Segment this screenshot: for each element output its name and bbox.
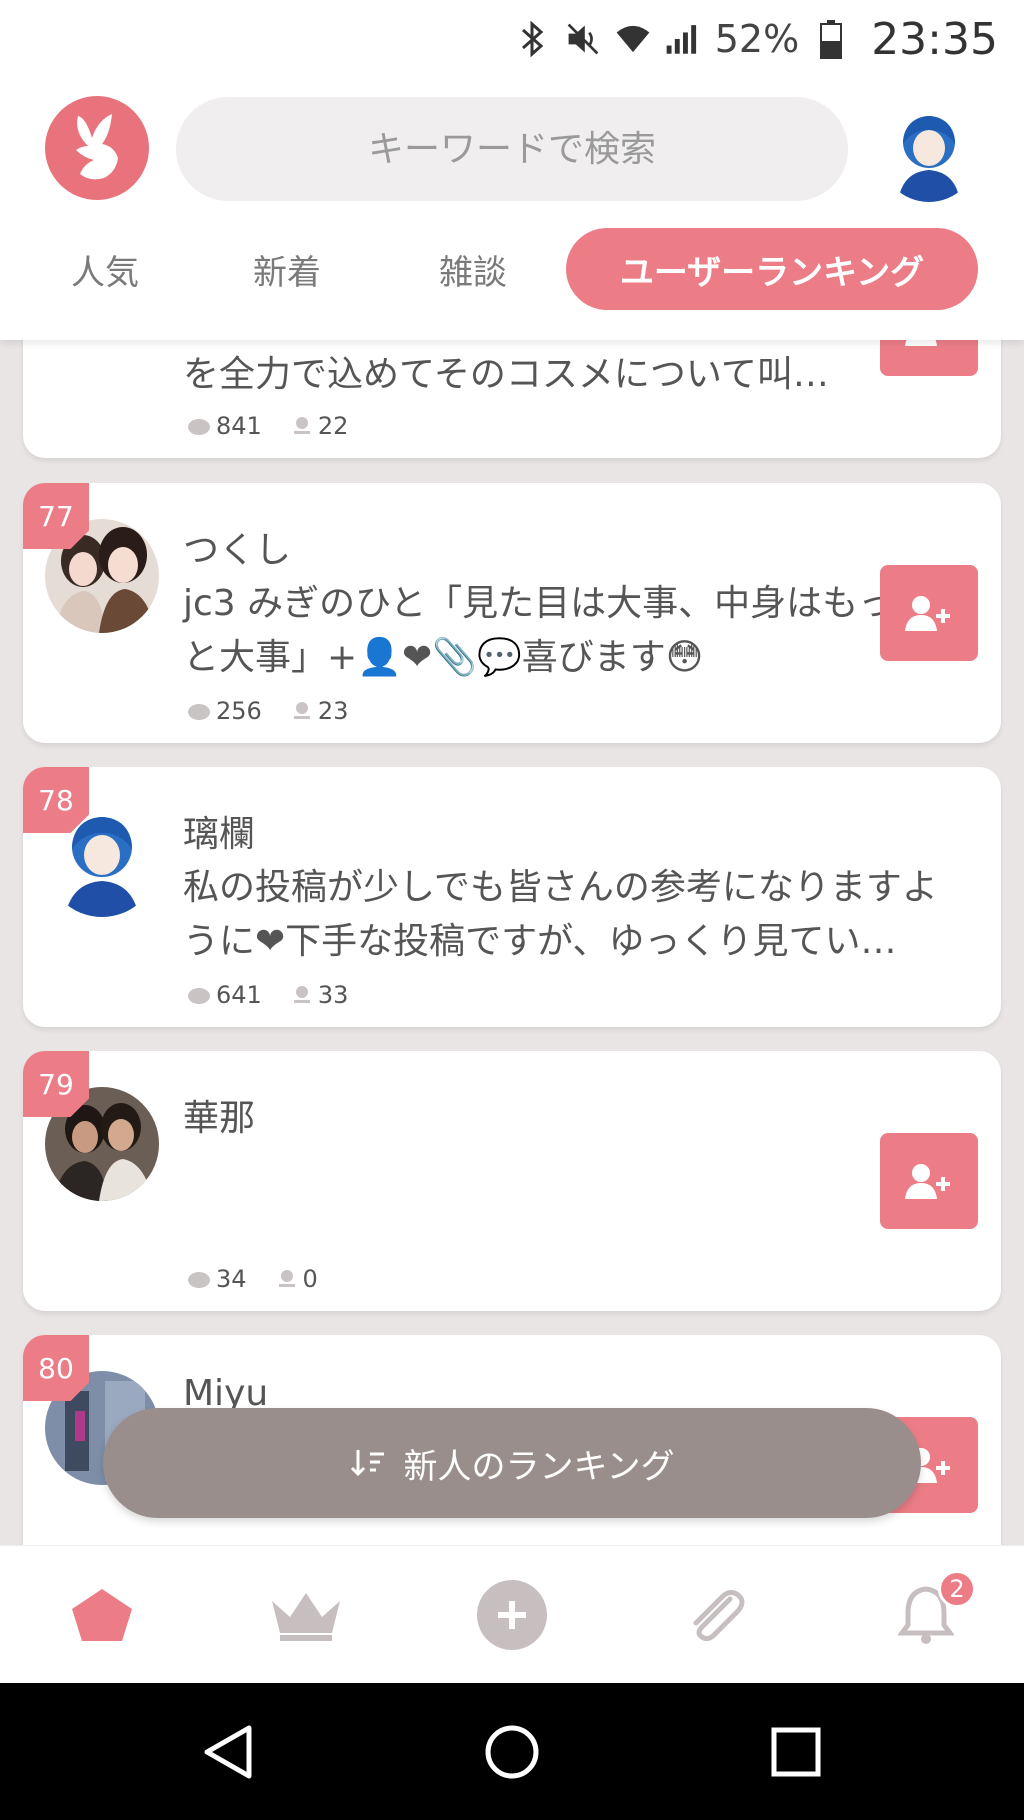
bottom-navigation: 2 [0,1545,1024,1683]
user-card[interactable]: 79 華那 34 0 [23,1051,1001,1311]
user-name: 華那 [183,1098,256,1139]
user-stats: 256 23 [188,697,378,725]
rabbit-icon [76,114,118,180]
follow-button[interactable] [880,565,978,661]
crown-icon [272,1593,340,1641]
add-user-icon [905,596,950,631]
follower-icon [293,986,310,1003]
nav-notifications[interactable] [866,1546,986,1684]
follower-count: 23 [317,697,349,725]
recents-icon [771,1727,821,1776]
home-circle-icon [485,1725,539,1778]
follower-icon [293,702,310,719]
tab-chat[interactable]: 雑談 [408,228,538,310]
signal-icon [665,19,701,59]
wifi-icon [615,19,651,59]
nav-home[interactable] [42,1546,162,1684]
user-card[interactable]: 77 つくし jc3 みぎのひと「見た目は大事、中身はもっと大事」+👤❤📎💬喜び… [23,483,1001,743]
tab-bar: 人気 新着 雑談 ユーザーランキング [0,228,1024,316]
plus-circle-icon [477,1580,547,1650]
user-stats: 641 33 [188,981,378,1009]
sort-ranking-button[interactable]: 新人のランキング [103,1408,921,1518]
like-icon [188,1272,210,1288]
battery-percentage: 52% [714,17,800,61]
sort-icon [350,1450,384,1477]
follower-count: 33 [317,981,349,1009]
add-user-icon [905,1164,950,1199]
app-header: 人気 新着 雑談 ユーザーランキング [0,78,1024,340]
paperclip-icon [693,1589,745,1642]
status-bar: 52% 23:35 [0,0,1024,78]
nav-clip[interactable] [656,1546,776,1684]
user-bio: jc3 みぎのひと「見た目は大事、中身はもっと大事」+👤❤📎💬喜びます😳 [183,583,895,678]
follower-icon [278,1270,295,1287]
like-count: 256 [216,697,262,725]
like-icon [188,419,210,435]
user-stats: 34 0 [188,1265,348,1293]
search-input[interactable] [176,97,848,201]
back-icon [204,1725,252,1778]
like-icon [188,704,210,720]
follow-button[interactable] [880,1133,978,1229]
like-count: 34 [216,1265,247,1293]
mute-icon [565,19,601,59]
rank-badge: 79 [23,1051,89,1117]
my-avatar[interactable] [880,104,978,202]
system-recents-button[interactable] [736,1683,856,1820]
user-bio: を全力で込めてそのコスメについて叫… [183,354,829,395]
system-navigation-bar [0,1683,1024,1820]
home-icon [72,1589,132,1641]
user-stats: 841 22 [188,412,378,440]
system-home-button[interactable] [452,1683,572,1820]
bluetooth-icon [515,19,551,59]
battery-icon [813,19,849,59]
follower-count: 22 [317,412,349,440]
rank-badge: 78 [23,767,89,833]
user-name: 璃欄 [183,814,256,855]
user-bio: 私の投稿が少しでも皆さんの参考になりますように❤下手な投稿ですが、ゆっくり見てい… [183,867,938,962]
system-back-button[interactable] [168,1683,288,1820]
like-count: 841 [216,412,262,440]
nav-post[interactable] [452,1546,572,1684]
user-name: つくし [183,530,292,571]
rank-badge: 77 [23,483,89,549]
nav-ranking[interactable] [246,1546,366,1684]
tab-user-ranking[interactable]: ユーザーランキング [566,228,978,310]
sort-button-label: 新人のランキング [403,1446,675,1487]
tab-popular[interactable]: 人気 [40,228,170,310]
like-icon [188,988,210,1004]
user-card[interactable]: 78 璃欄 私の投稿が少しでも皆さんの参考になりますように❤下手な投稿ですが、ゆ… [23,767,1001,1027]
like-count: 641 [216,981,262,1009]
follower-count: 0 [302,1265,318,1293]
tab-new[interactable]: 新着 [222,228,352,310]
clock: 23:35 [871,13,998,65]
rank-badge: 80 [23,1335,89,1401]
follower-icon [293,417,310,434]
notification-badge: 2 [938,1570,976,1608]
app-logo[interactable] [45,96,149,200]
